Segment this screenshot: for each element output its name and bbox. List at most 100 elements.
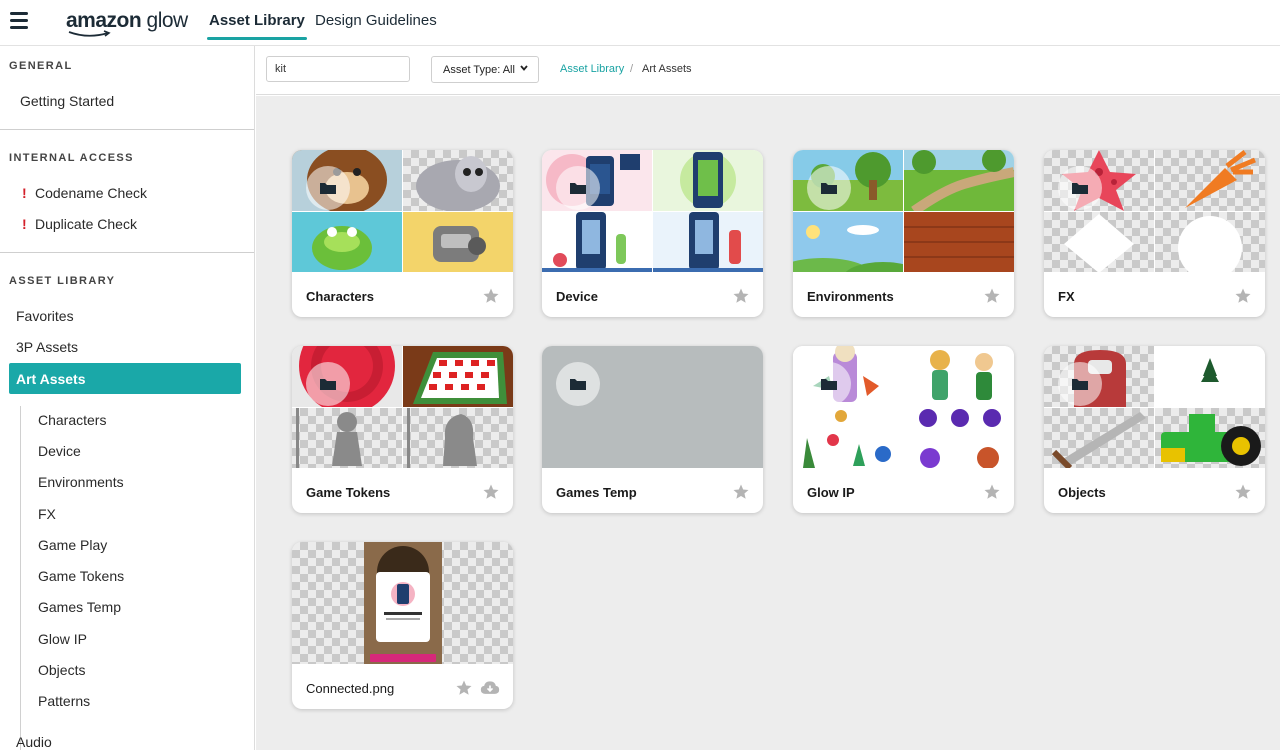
sidebar-item-codename-check[interactable]: ! Codename Check (22, 185, 147, 201)
photo-preview-icon (364, 542, 442, 664)
cloud-download-icon[interactable] (480, 679, 500, 697)
star-icon[interactable] (455, 679, 473, 697)
device-art-icon (542, 212, 652, 272)
carrot-art-icon (1185, 150, 1256, 208)
device-art-icon (680, 152, 736, 208)
folder-card-games-temp[interactable]: Games Temp (542, 346, 763, 513)
card-title: Environments (807, 289, 894, 304)
card-title: Glow IP (807, 485, 855, 500)
checkerboard-art-icon (413, 352, 507, 404)
sidebar-item-getting-started[interactable]: Getting Started (20, 93, 114, 109)
folder-badge (556, 362, 600, 406)
circle-shape-icon (1178, 216, 1242, 272)
sidebar-subitem-objects[interactable]: Objects (38, 662, 85, 678)
card-title: FX (1058, 289, 1075, 304)
card-title: Characters (306, 289, 374, 304)
sidebar-subitem-game-tokens[interactable]: Game Tokens (38, 568, 124, 584)
folder-card-device[interactable]: Device (542, 150, 763, 317)
sidebar-subitem-characters[interactable]: Characters (38, 412, 106, 428)
breadcrumb-asset-library[interactable]: Asset Library (560, 63, 624, 75)
logo-product: glow (146, 9, 189, 32)
star-icon[interactable] (1234, 287, 1252, 305)
sidebar-item-favorites[interactable]: Favorites (16, 308, 74, 324)
wood-texture-icon (904, 226, 1014, 258)
folder-card-characters[interactable]: Characters (292, 150, 513, 317)
sidebar-subitem-patterns[interactable]: Patterns (38, 693, 90, 709)
folder-badge (556, 166, 600, 210)
star-icon[interactable] (732, 483, 750, 501)
flowers-art-icon (919, 409, 1001, 468)
folder-icon (1072, 183, 1088, 194)
pawn-silhouette-icon (296, 408, 362, 468)
amazon-glow-logo[interactable]: amazon glow (66, 9, 188, 37)
section-heading-general: GENERAL (9, 60, 73, 72)
subnav-rail (20, 406, 21, 750)
star-icon[interactable] (1234, 483, 1252, 501)
tree-art-icon (1201, 358, 1219, 382)
folder-card-glow-ip[interactable]: Glow IP (793, 346, 1014, 513)
folder-card-environments[interactable]: Environments (793, 150, 1014, 317)
sidebar-subitem-glow-ip[interactable]: Glow IP (38, 631, 87, 647)
robot-art-icon (433, 226, 486, 262)
folder-icon (320, 183, 336, 194)
folder-icon (1072, 379, 1088, 390)
hamburger-menu-icon[interactable] (10, 12, 28, 30)
section-heading-internal-access: INTERNAL ACCESS (9, 152, 134, 164)
sidebar-item-duplicate-check[interactable]: ! Duplicate Check (22, 216, 137, 232)
sidebar-subitem-device[interactable]: Device (38, 443, 81, 459)
sidebar-item-3p-assets[interactable]: 3P Assets (16, 339, 78, 355)
star-icon[interactable] (482, 483, 500, 501)
folder-icon (570, 379, 586, 390)
breadcrumb-separator: / (630, 63, 634, 75)
breadcrumb-art-assets: Art Assets (642, 63, 692, 75)
card-title: Games Temp (556, 485, 637, 500)
knight-silhouette-icon (407, 408, 477, 468)
search-input[interactable] (266, 56, 410, 82)
river-art-icon (904, 150, 1014, 211)
folder-card-objects[interactable]: Objects (1044, 346, 1265, 513)
sidebar-item-label: Duplicate Check (35, 216, 137, 232)
asset-type-dropdown[interactable]: Asset Type: All (431, 56, 539, 83)
sidebar-subitem-games-temp[interactable]: Games Temp (38, 599, 121, 615)
folder-icon (821, 379, 837, 390)
star-icon[interactable] (983, 483, 1001, 501)
alert-icon: ! (22, 216, 27, 232)
folder-card-game-tokens[interactable]: Game Tokens (292, 346, 513, 513)
file-thumbnail (292, 542, 513, 664)
chevron-down-icon (520, 65, 528, 71)
sidebar-item-art-assets[interactable]: Art Assets (9, 363, 241, 394)
folder-card-fx[interactable]: FX (1044, 150, 1265, 317)
star-icon[interactable] (482, 287, 500, 305)
sword-art-icon (1051, 412, 1146, 468)
sidebar-subitem-environments[interactable]: Environments (38, 474, 124, 490)
toolbar: Asset Type: All Asset Library / Art Asse… (256, 46, 1280, 95)
sidebar-subitem-game-play[interactable]: Game Play (38, 537, 107, 553)
top-bar: amazon glow Asset Library Design Guideli… (0, 0, 1280, 46)
card-title: Device (556, 289, 598, 304)
folder-badge (1058, 166, 1102, 210)
card-title: Objects (1058, 485, 1106, 500)
asset-type-label: Asset Type: All (443, 64, 515, 76)
card-title: Game Tokens (306, 485, 391, 500)
star-icon[interactable] (732, 287, 750, 305)
tab-design-guidelines[interactable]: Design Guidelines (315, 12, 437, 29)
sidebar-divider (0, 252, 254, 253)
folder-badge (1058, 362, 1102, 406)
plants-art-icon (803, 410, 891, 468)
tractor-art-icon (1161, 414, 1261, 466)
folder-badge (807, 362, 851, 406)
device-art-icon (653, 212, 763, 272)
sidebar-item-label: Codename Check (35, 185, 148, 201)
smile-arrow-icon (68, 30, 111, 37)
asset-grid: Characters Device Environments FX Game T… (256, 96, 1280, 750)
star-icon[interactable] (983, 287, 1001, 305)
folder-icon (570, 183, 586, 194)
sidebar-item-audio[interactable]: Audio (16, 734, 52, 750)
sidebar-subitem-fx[interactable]: FX (38, 506, 56, 522)
character-art-icon (930, 350, 993, 400)
file-card-connected-png[interactable]: Connected.png (292, 542, 513, 709)
file-title: Connected.png (306, 681, 395, 696)
tab-asset-library[interactable]: Asset Library (207, 12, 307, 40)
folder-badge (807, 166, 851, 210)
section-heading-asset-library: ASSET LIBRARY (9, 275, 116, 287)
